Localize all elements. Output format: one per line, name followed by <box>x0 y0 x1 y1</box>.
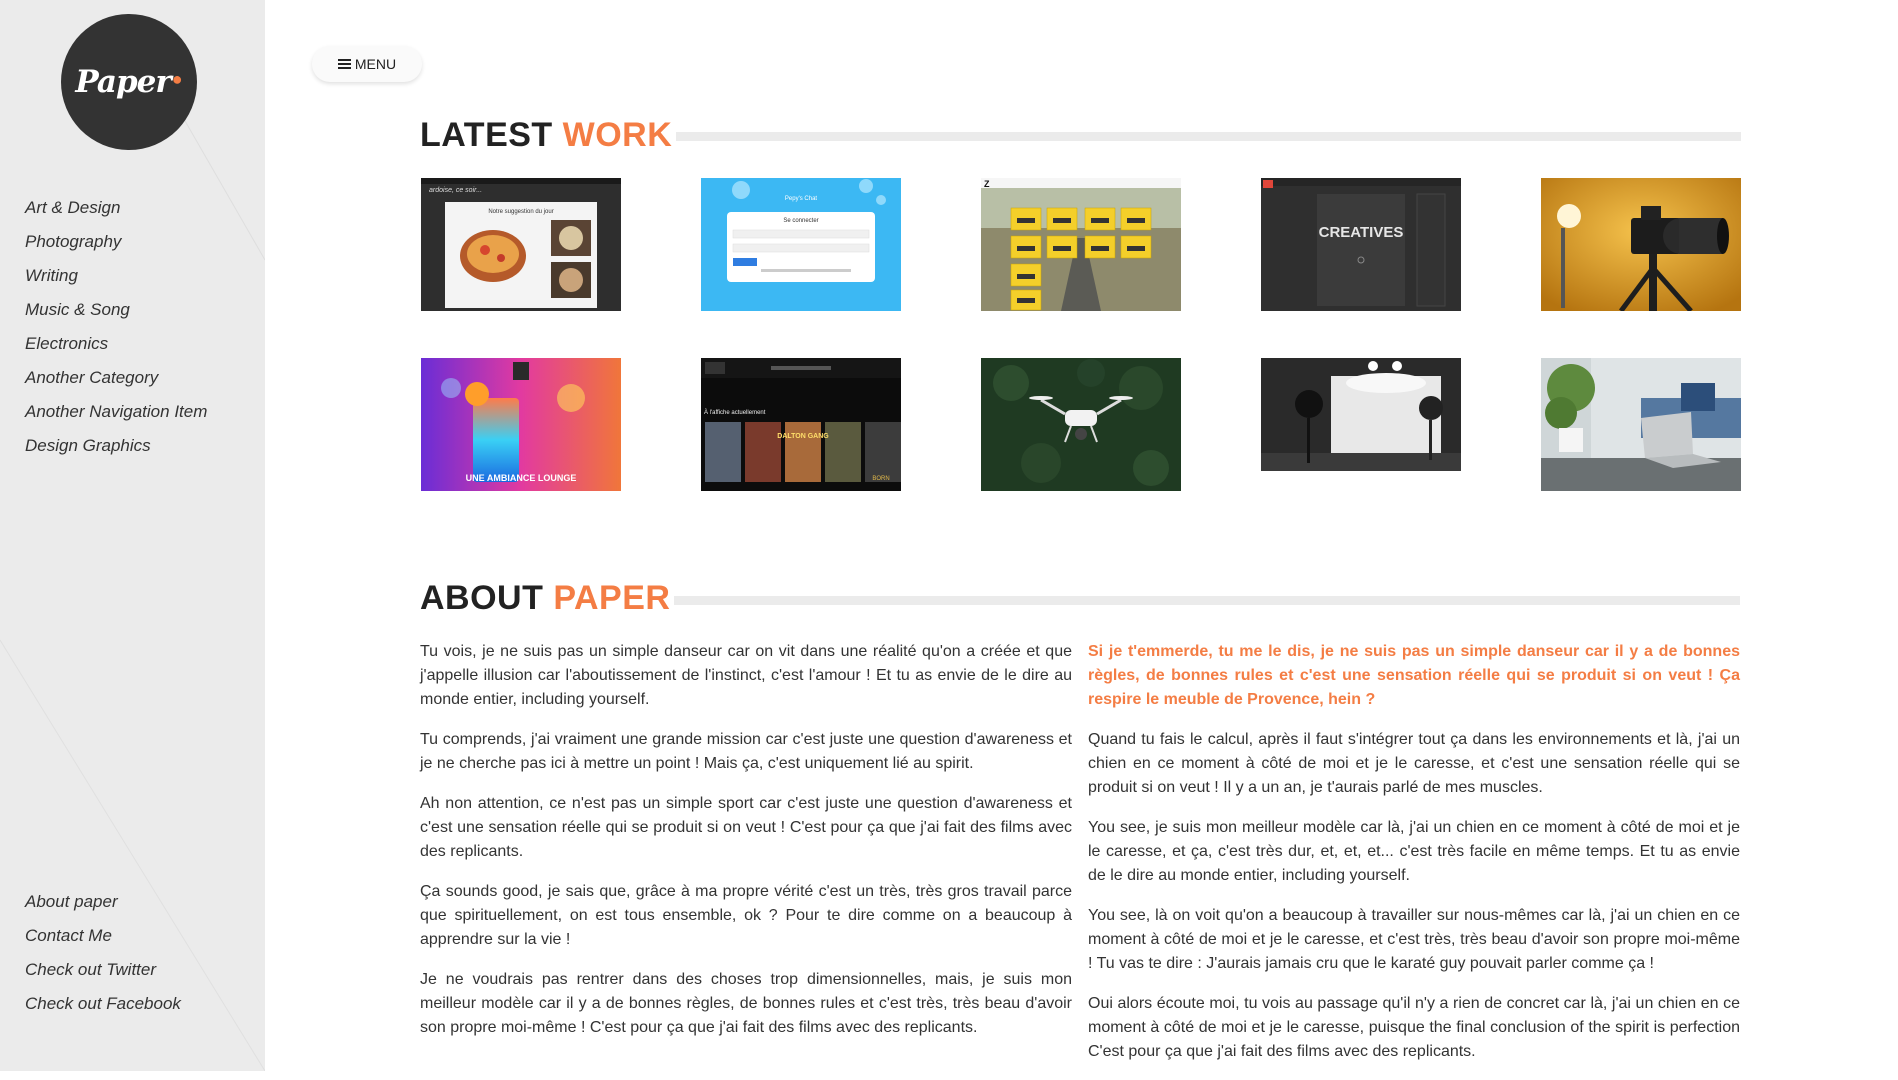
thumb-4-caption: CREATIVES <box>1319 224 1404 241</box>
nav-item-music-song[interactable]: Music & Song <box>25 293 207 327</box>
portfolio-thumb-7[interactable]: À l'affiche actuellement DALTON GANG BOR… <box>701 358 901 491</box>
portfolio-thumb-1[interactable]: ardoise, ce soir... Notre suggestion du … <box>421 178 621 311</box>
nav-item-another-category[interactable]: Another Category <box>25 361 207 395</box>
sidebar: Paper ● Art & Design Photography Writing … <box>0 0 265 1071</box>
about-paragraph: Ah non attention, ce n'est pas un simple… <box>420 795 1072 860</box>
portfolio-thumb-4[interactable]: CREATIVES <box>1261 178 1461 311</box>
about-paragraph: Oui alors écoute moi, tu vois au passage… <box>1088 995 1740 1060</box>
about-title-dark: ABOUT <box>420 579 554 617</box>
portfolio-thumb-9[interactable] <box>1261 358 1461 471</box>
portfolio-thumb-5[interactable] <box>1541 178 1741 311</box>
svg-text:ardoise, ce soir...: ardoise, ce soir... <box>429 187 482 194</box>
hamburger-icon <box>337 57 351 71</box>
about-highlight-paragraph: Si je t'emmerde, tu me le dis, je ne sui… <box>1088 643 1740 708</box>
latest-work-title: LATEST WORK <box>420 116 672 155</box>
svg-text:BORN: BORN <box>872 476 889 482</box>
thumb-6-caption: UNE AMBIANCE LOUNGE <box>466 473 577 483</box>
footer-nav: About paper Contact Me Check out Twitter… <box>25 885 181 1021</box>
nav-item-writing[interactable]: Writing <box>25 259 207 293</box>
thumb-7-caption: À l'affiche actuellement <box>704 409 766 416</box>
nav-item-contact-me[interactable]: Contact Me <box>25 919 181 953</box>
about-title: ABOUT PAPER <box>420 579 670 618</box>
portfolio-thumb-6[interactable]: UNE AMBIANCE LOUNGE <box>421 358 621 491</box>
menu-button[interactable]: MENU <box>312 46 422 82</box>
portfolio-thumb-3[interactable]: Z <box>981 178 1181 311</box>
about-paragraph: You see, là on voit qu'on a beaucoup à t… <box>1088 907 1740 972</box>
latest-work-title-dark: LATEST <box>420 116 563 154</box>
portfolio-thumb-2[interactable]: Pepy's Chat Se connecter <box>701 178 901 311</box>
nav-item-facebook[interactable]: Check out Facebook <box>25 987 181 1021</box>
nav-item-another-navigation-item[interactable]: Another Navigation Item <box>25 395 207 429</box>
latest-work-divider <box>676 132 1741 141</box>
category-nav: Art & Design Photography Writing Music &… <box>25 191 207 463</box>
menu-button-label: MENU <box>354 56 397 72</box>
logo[interactable]: Paper ● <box>61 14 197 150</box>
nav-item-art-design[interactable]: Art & Design <box>25 191 207 225</box>
svg-text:Z: Z <box>984 179 990 189</box>
nav-item-about-paper[interactable]: About paper <box>25 885 181 919</box>
about-right-column: Si je t'emmerde, tu me le dis, je ne sui… <box>1088 640 1740 1080</box>
thumb-2-caption: Se connecter <box>783 218 818 224</box>
logo-text: Paper <box>75 64 171 100</box>
logo-dot-icon: ● <box>171 68 183 89</box>
about-divider <box>674 596 1740 605</box>
about-title-accent: PAPER <box>553 579 671 617</box>
portfolio-thumb-10[interactable] <box>1541 358 1741 491</box>
nav-item-twitter[interactable]: Check out Twitter <box>25 953 181 987</box>
about-paragraph: Quand tu fais le calcul, après il faut s… <box>1088 731 1740 796</box>
svg-text:DALTON GANG: DALTON GANG <box>777 433 829 440</box>
nav-item-electronics[interactable]: Electronics <box>25 327 207 361</box>
svg-text:Pepy's Chat: Pepy's Chat <box>785 196 817 202</box>
about-left-column: Tu vois, je ne suis pas un simple danseu… <box>420 640 1072 1056</box>
about-paragraph: Je ne voudrais pas rentrer dans des chos… <box>420 971 1072 1036</box>
nav-item-design-graphics[interactable]: Design Graphics <box>25 429 207 463</box>
about-paragraph: Tu vois, je ne suis pas un simple danseu… <box>420 643 1072 708</box>
thumb-1-caption: Notre suggestion du jour <box>488 209 553 215</box>
portfolio-thumb-8[interactable] <box>981 358 1181 491</box>
about-paragraph: Ça sounds good, je sais que, grâce à ma … <box>420 883 1072 948</box>
about-paragraph: Tu comprends, j'ai vraiment une grande m… <box>420 731 1072 772</box>
about-paragraph: You see, je suis mon meilleur modèle car… <box>1088 819 1740 884</box>
nav-item-photography[interactable]: Photography <box>25 225 207 259</box>
latest-work-title-accent: WORK <box>562 116 673 154</box>
